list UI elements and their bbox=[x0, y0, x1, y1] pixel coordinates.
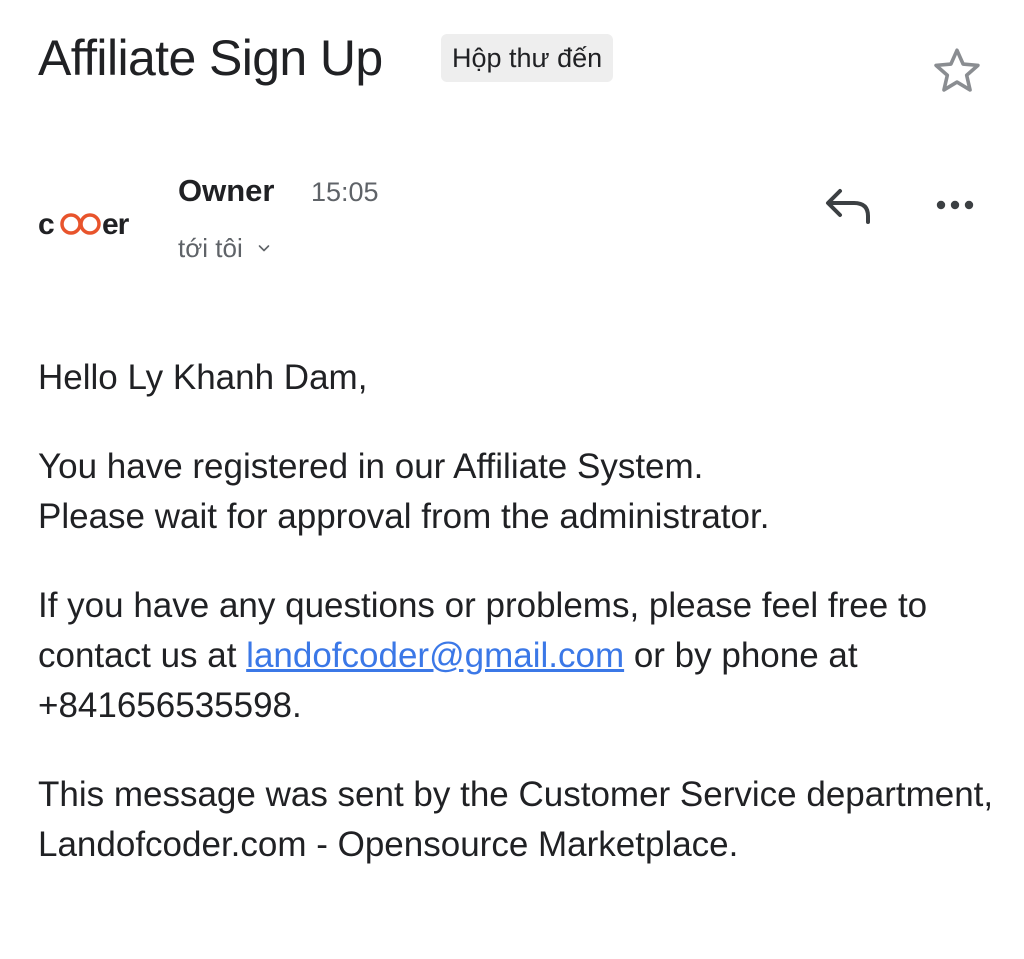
body-paragraph-contact: If you have any questions or problems, p… bbox=[38, 581, 998, 731]
registration-line-1: You have registered in our Affiliate Sys… bbox=[38, 447, 704, 486]
recipient-label: tới tôi bbox=[178, 233, 243, 263]
body-paragraph-registration: You have registered in our Affiliate Sys… bbox=[38, 442, 998, 542]
contact-email-link[interactable]: landofcoder@gmail.com bbox=[246, 636, 624, 675]
sender-name: Owner bbox=[178, 173, 275, 208]
email-subject: Affiliate Sign Up bbox=[38, 30, 383, 86]
body-paragraph-footer: This message was sent by the Customer Se… bbox=[38, 775, 994, 864]
sender-avatar-logo: c er bbox=[38, 208, 131, 241]
reply-icon[interactable] bbox=[820, 182, 876, 232]
greeting: Hello Ly Khanh Dam, bbox=[38, 358, 368, 397]
svg-text:c: c bbox=[38, 208, 54, 241]
recipient-toggle[interactable]: tới tôi bbox=[178, 229, 272, 267]
email-time: 15:05 bbox=[311, 177, 379, 207]
email-body: Hello Ly Khanh Dam, You have registered … bbox=[38, 353, 998, 909]
more-options-icon[interactable] bbox=[930, 190, 980, 220]
star-icon[interactable] bbox=[930, 44, 984, 98]
svg-text:er: er bbox=[102, 208, 130, 241]
registration-line-2: Please wait for approval from the admini… bbox=[38, 497, 770, 536]
chevron-down-icon bbox=[258, 245, 270, 252]
inbox-label-chip[interactable]: Hộp thư đến bbox=[441, 34, 614, 82]
